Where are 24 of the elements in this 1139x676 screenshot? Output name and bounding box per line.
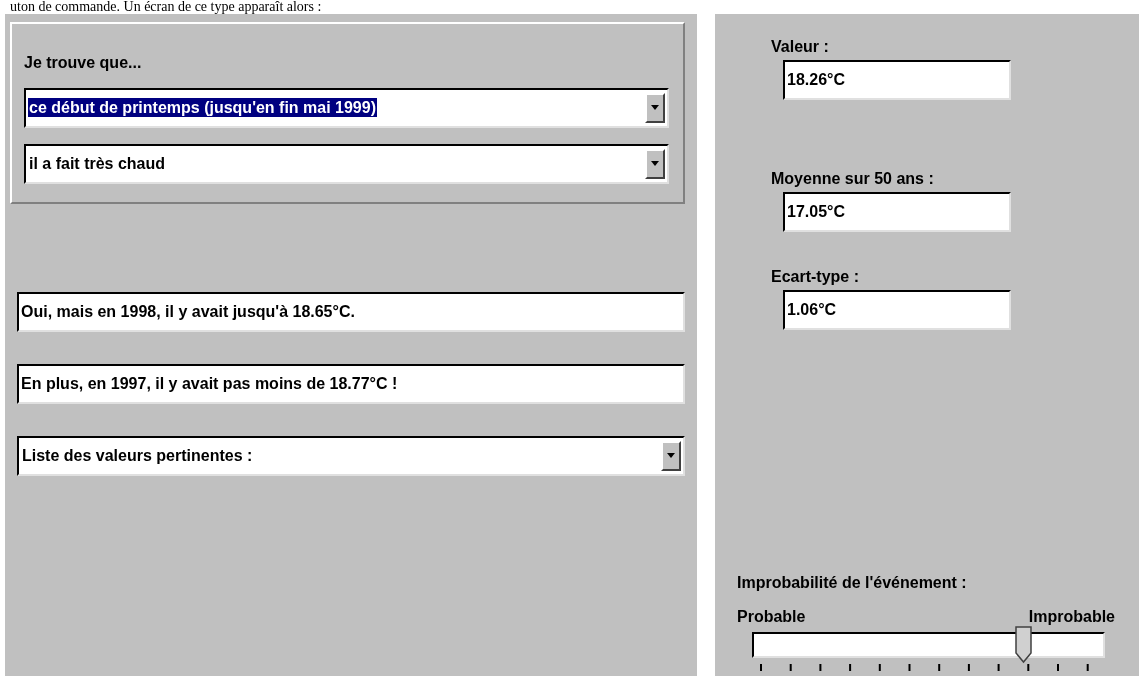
dropdown-button[interactable]: [645, 93, 665, 123]
slider-label: Improbabilité de l'événement :: [737, 574, 968, 592]
value-field[interactable]: 1.06°C: [783, 290, 1011, 330]
dropdown-field[interactable]: il a fait très chaud: [24, 144, 669, 184]
value-field[interactable]: 17.05°C: [783, 192, 1011, 232]
min-label: Probable: [737, 608, 806, 626]
dropdown-field[interactable]: ce début de printemps (jusqu'en fin mai 1999): [24, 88, 669, 128]
caret-icon: [650, 161, 660, 167]
caret-icon: [666, 453, 676, 459]
field-label: Moyenne sur 50 ans :: [771, 170, 935, 188]
field-label: Valeur :: [771, 38, 830, 56]
value-field[interactable]: 18.26°C: [783, 60, 1011, 100]
slider-thumb[interactable]: [1014, 626, 1033, 664]
answer-field[interactable]: En plus, en 1997, il y avait pas moins de 18.77°C !: [17, 364, 685, 404]
dropdown-field[interactable]: Liste des valeurs pertinentes :: [17, 436, 685, 476]
group-label: Je trouve que...: [24, 54, 143, 72]
answer-field[interactable]: Oui, mais en 1998, il y avait jusqu'à 18.65°C.: [17, 292, 685, 332]
dropdown-button[interactable]: [661, 441, 681, 471]
slider-track[interactable]: [752, 626, 1105, 664]
dropdown-button[interactable]: [645, 149, 665, 179]
caret-icon: [650, 105, 660, 111]
field-label: Ecart-type :: [771, 268, 861, 286]
max-label: Improbable: [1028, 608, 1115, 626]
caption-text: uton de commande. Un écran de ce type apparaît alors :: [9, 0, 322, 14]
